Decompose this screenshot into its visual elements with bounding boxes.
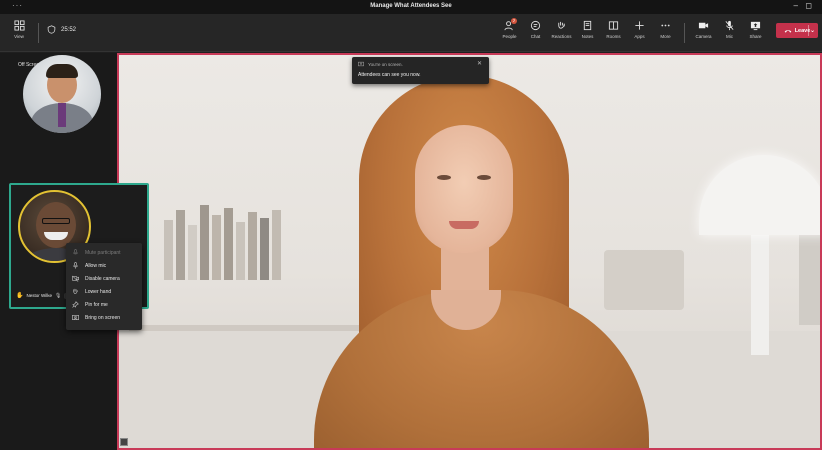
avatar-tie [58,103,66,127]
share-icon [750,21,761,31]
menu-item-mute-participant: Mute participant [66,246,142,259]
mic-button[interactable]: Mic [718,20,741,39]
mic-label: Mic [726,34,733,39]
menu-item-bring-on-screen[interactable]: Bring on screen [66,311,142,324]
apps-label: Apps [634,34,645,39]
alex-wilber-avatar[interactable] [23,55,101,133]
people-button[interactable]: 7 People [498,18,521,39]
pin-icon [72,301,79,308]
notes-icon [583,20,592,31]
chevron-down-icon[interactable]: ⌄ [810,27,815,34]
chat-button[interactable]: Chat [524,20,547,39]
share-label: Share [749,34,762,39]
background-frame [799,235,820,325]
menu-item-label: Mute participant [85,249,121,256]
menu-item-label: Pin for me [85,301,108,308]
participant-context-menu: Mute participant Allow mic Disable camer… [66,243,142,330]
toolbar-divider [38,23,39,43]
menu-item-lower-hand[interactable]: Lower hand [66,285,142,298]
presenter-face [415,125,513,253]
background-books [164,205,281,280]
mic-off-icon [725,20,734,31]
avatar-hair [46,64,78,78]
menu-item-label: Disable camera [85,275,120,282]
more-dots-icon [661,24,670,27]
menu-item-label: Allow mic [85,262,107,269]
nestor-wilke-name-tag: ✋ Nestor Wilke 🎙︎ ··· [16,292,74,299]
bring-on-screen-icon [72,315,79,320]
on-screen-video-stage [117,53,822,450]
toolbar-divider-right [684,23,685,43]
on-screen-notification: You're on screen. Attendees can see you … [352,57,489,84]
presenter-eye-left [437,175,451,180]
more-button[interactable]: More [654,20,677,39]
plus-icon [635,21,644,30]
window-title: Manage What Attendees See [370,3,452,9]
title-bar: ··· Manage What Attendees See – ◻ [0,0,822,14]
lamp-stem [751,235,769,355]
leave-button[interactable]: Leave ⌄ [776,23,818,38]
notes-label: Notes [581,34,594,39]
mic-icon [73,262,78,269]
hang-up-icon [784,29,792,33]
presenter-eye-right [477,175,491,180]
background-object [604,250,684,310]
minimize-button[interactable]: – [794,1,798,10]
meeting-toolbar: View 25:52 7 People Chat Reactions Notes… [0,14,822,52]
rooms-label: Rooms [606,34,621,39]
reactions-label: Reactions [551,34,572,39]
presenter-mouth [449,221,479,229]
menu-item-allow-mic[interactable]: Allow mic [66,259,142,272]
share-button[interactable]: Share [744,20,767,39]
rooms-button[interactable]: Rooms [602,20,625,39]
video-options-icon[interactable] [120,438,128,446]
screen-person-icon [358,61,364,67]
chat-icon [530,20,541,31]
maximize-button[interactable]: ◻ [805,1,812,10]
people-label: People [502,34,517,39]
apps-button[interactable]: Apps [628,20,651,39]
notification-header: You're on screen. [368,61,403,67]
raised-hand-icon: ✋ [16,293,24,299]
mic-off-icon: 🎙︎ [55,292,62,299]
camera-off-icon [72,275,79,282]
avatar-face [36,202,76,248]
close-icon[interactable]: ✕ [477,60,482,67]
camera-label: Camera [695,34,712,39]
camera-icon [698,22,709,29]
leave-divider [808,25,809,36]
meeting-timer: 25:52 [47,25,76,34]
notification-message: Attendees can see you now. [358,72,421,78]
notes-button[interactable]: Notes [576,20,599,39]
timer-text: 25:52 [61,26,77,33]
reactions-icon [558,21,565,29]
participant-name: Nestor Wilke [26,293,52,298]
chat-label: Chat [530,34,541,39]
avatar-glasses [42,218,70,224]
hand-icon [73,288,78,294]
menu-item-pin-for-me[interactable]: Pin for me [66,298,142,311]
reactions-button[interactable]: Reactions [550,20,573,39]
mic-icon [73,249,78,255]
view-label: View [14,34,24,39]
rooms-icon [608,21,619,30]
grid-icon [13,20,25,31]
view-button[interactable]: View [8,20,30,39]
menu-item-label: Bring on screen [85,314,121,321]
camera-button[interactable]: Camera [692,20,715,39]
people-count-badge: 7 [511,18,517,24]
menu-item-disable-camera[interactable]: Disable camera [66,272,142,285]
menu-item-label: Lower hand [85,288,112,295]
more-label: More [660,34,671,39]
shield-icon [47,25,56,34]
